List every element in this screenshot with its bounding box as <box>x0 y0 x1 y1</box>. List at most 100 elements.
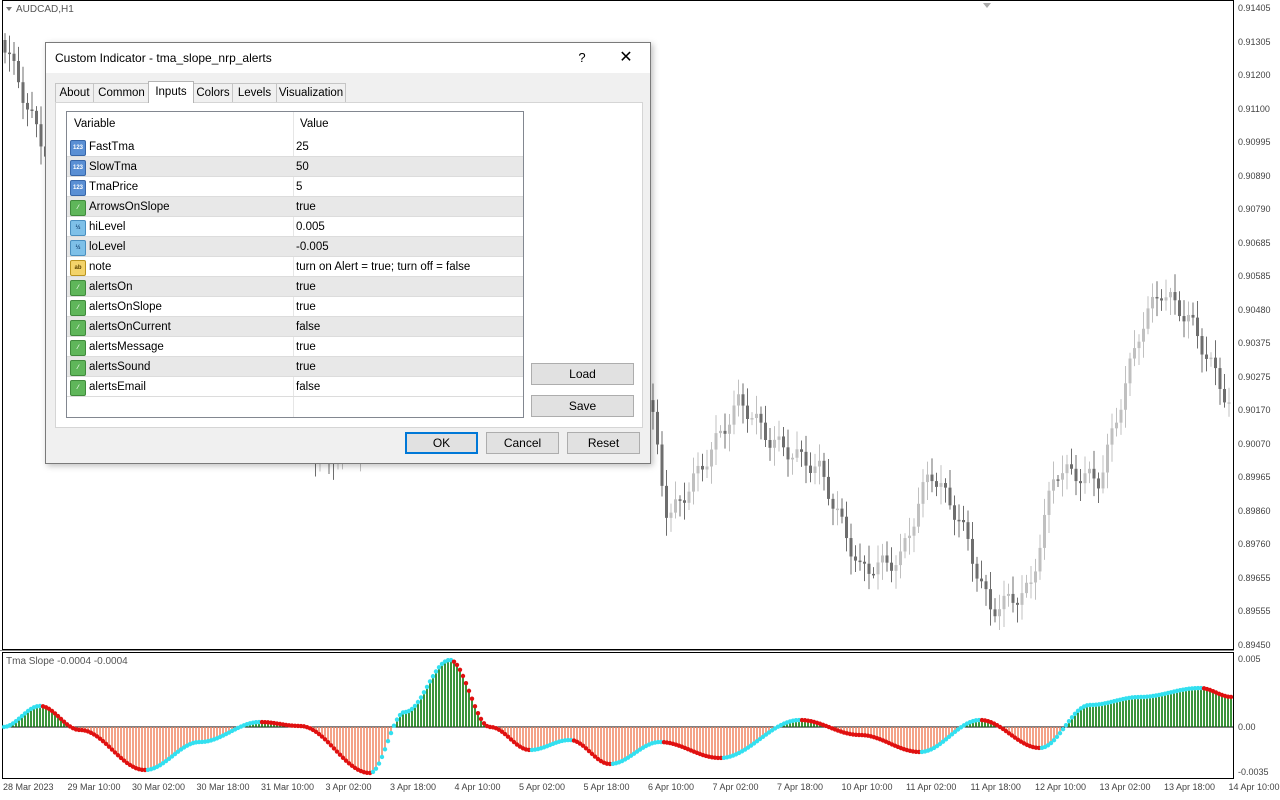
tab-colors[interactable]: Colors <box>193 83 233 102</box>
input-variable-name: loLevel <box>89 241 126 253</box>
input-row-alertsMessage[interactable]: ⁄ alertsMessage true <box>67 337 523 357</box>
time-tick-label: 28 Mar 2023 <box>3 782 54 792</box>
candle-body <box>1128 358 1132 384</box>
price-tick-label: 0.91200 <box>1238 70 1271 80</box>
column-header-value[interactable]: Value <box>300 118 329 130</box>
input-row-alertsSound[interactable]: ⁄ alertsSound true <box>67 357 523 377</box>
input-row-note[interactable]: ab note turn on Alert = true; turn off = f… <box>67 257 523 277</box>
input-row-alertsEmail[interactable]: ⁄ alertsEmail false <box>67 377 523 397</box>
candle-body <box>777 436 781 440</box>
input-row-TmaPrice[interactable]: 123 TmaPrice 5 <box>67 177 523 197</box>
input-value[interactable]: 0.005 <box>296 221 325 233</box>
input-value[interactable]: 50 <box>296 161 309 173</box>
candle-body <box>894 565 898 571</box>
input-row-loLevel[interactable]: ½ loLevel -0.005 <box>67 237 523 257</box>
candle-body <box>768 440 772 448</box>
help-button[interactable]: ? <box>572 47 592 69</box>
candle-body <box>831 498 835 509</box>
dialog-titlebar[interactable]: Custom Indicator - tma_slope_nrp_alerts … <box>46 43 650 73</box>
input-row-ArrowsOnSlope[interactable]: ⁄ ArrowsOnSlope true <box>67 197 523 217</box>
input-value[interactable]: true <box>296 341 316 353</box>
candle-body <box>1137 341 1141 349</box>
candle-body <box>840 508 844 517</box>
input-value[interactable]: true <box>296 301 316 313</box>
candle-body <box>1133 348 1136 359</box>
row-divider <box>67 396 523 397</box>
candle-body <box>939 483 943 487</box>
tab-levels[interactable]: Levels <box>232 83 277 102</box>
time-tick-label: 30 Mar 02:00 <box>132 782 186 792</box>
inputs-panel: Variable Value 123 FastTma 25 123 SlowTma 50 1… <box>55 102 643 428</box>
chevron-down-icon[interactable] <box>6 7 12 12</box>
input-value[interactable]: -0.005 <box>296 241 329 253</box>
candle-body <box>1011 593 1015 603</box>
slope-dot <box>1069 715 1075 720</box>
slope-dot <box>424 684 430 690</box>
candle-body <box>674 499 677 513</box>
slope-dot <box>463 680 469 686</box>
slope-dot <box>373 766 379 771</box>
tab-about[interactable]: About <box>55 83 94 102</box>
input-value[interactable]: false <box>296 321 320 333</box>
tab-common[interactable]: Common <box>93 83 150 102</box>
close-button[interactable]: ✕ <box>614 47 638 69</box>
input-value[interactable]: true <box>296 361 316 373</box>
input-row-SlowTma[interactable]: 123 SlowTma 50 <box>67 157 523 177</box>
candle-body <box>21 82 25 103</box>
input-variable-name: SlowTma <box>89 161 137 173</box>
input-value[interactable]: true <box>296 281 316 293</box>
candle-body <box>993 609 997 617</box>
reset-button[interactable]: Reset <box>567 432 640 454</box>
input-variable-name: alertsEmail <box>89 381 146 393</box>
cancel-button[interactable]: Cancel <box>486 432 559 454</box>
slope-dot <box>460 673 466 679</box>
input-value[interactable]: 25 <box>296 141 309 153</box>
candle-body <box>863 561 866 564</box>
tab-visualization[interactable]: Visualization <box>276 83 346 102</box>
candle-body <box>732 405 736 425</box>
column-header-variable[interactable]: Variable <box>74 118 115 130</box>
candle-body <box>710 449 713 467</box>
save-button[interactable]: Save <box>531 395 634 417</box>
int-type-icon: 123 <box>70 160 86 176</box>
input-value[interactable]: false <box>296 381 320 393</box>
int-type-icon: 123 <box>70 180 86 196</box>
input-value[interactable]: turn on Alert = true; turn off = false <box>296 261 470 273</box>
input-variable-name: hiLevel <box>89 221 126 233</box>
candle-body <box>1092 468 1096 479</box>
candle-body <box>1074 468 1078 482</box>
slope-dot <box>370 769 376 775</box>
candle-body <box>975 563 979 579</box>
input-value[interactable]: 5 <box>296 181 302 193</box>
ok-button[interactable]: OK <box>405 432 478 454</box>
input-row-alertsOnSlope[interactable]: ⁄ alertsOnSlope true <box>67 297 523 317</box>
candle-body <box>12 53 16 61</box>
candle-body <box>1160 298 1163 301</box>
candle-body <box>1061 473 1064 480</box>
input-row-alertsOn[interactable]: ⁄ alertsOn true <box>67 277 523 297</box>
time-tick-label: 6 Apr 10:00 <box>648 782 695 792</box>
input-row-hiLevel[interactable]: ½ hiLevel 0.005 <box>67 217 523 237</box>
slope-dot <box>415 699 421 705</box>
slope-dot <box>475 710 481 716</box>
load-button[interactable]: Load <box>531 363 634 385</box>
candle-body <box>728 424 731 434</box>
input-row-FastTma[interactable]: 123 FastTma 25 <box>67 137 523 157</box>
tab-inputs[interactable]: Inputs <box>148 81 194 103</box>
input-value[interactable]: true <box>296 201 316 213</box>
candle-body <box>1110 428 1114 445</box>
candle-body <box>701 465 704 470</box>
price-tick-label: 0.91100 <box>1238 103 1270 114</box>
candle-body <box>912 526 916 536</box>
input-row-alertsOnCurrent[interactable]: ⁄ alertsOnCurrent false <box>67 317 523 337</box>
time-tick-label: 12 Apr 10:00 <box>1035 782 1087 792</box>
candle-body <box>849 538 853 557</box>
candle-body <box>786 447 790 460</box>
candle-body <box>800 449 803 452</box>
candle-body <box>1052 479 1055 491</box>
time-tick-label: 5 Apr 18:00 <box>583 782 630 792</box>
candle-body <box>773 439 776 448</box>
slope-dot <box>454 662 460 668</box>
price-tick-label: 0.89555 <box>1238 606 1271 616</box>
slope-dot <box>382 747 388 752</box>
